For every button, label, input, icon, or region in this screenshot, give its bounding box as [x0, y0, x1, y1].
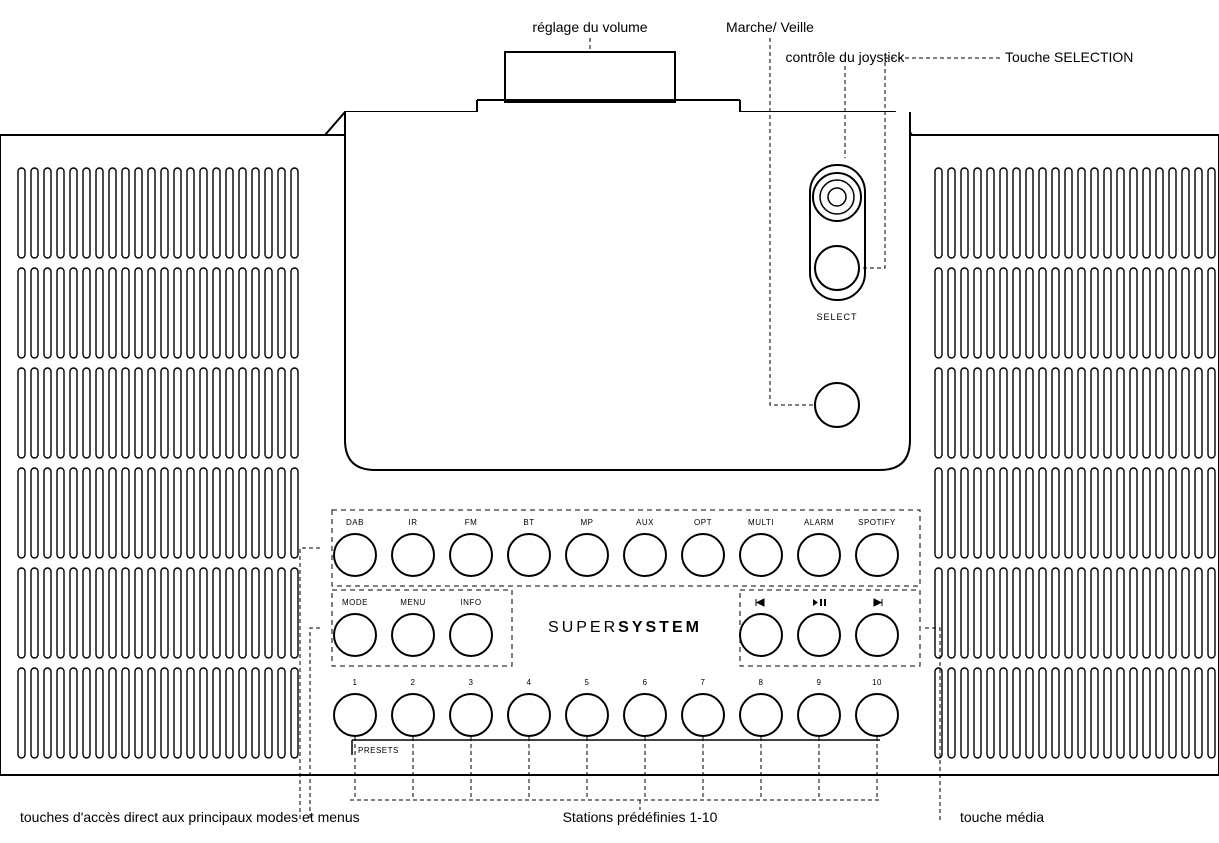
btn-opt-label: OPT — [694, 518, 712, 527]
label-volume: réglage du volume — [532, 19, 647, 35]
btn-media-next[interactable] — [856, 599, 898, 656]
btn-multi-label: MULTI — [748, 518, 774, 527]
btn-mp-label: MP — [581, 518, 594, 527]
volume-knob[interactable] — [505, 52, 675, 102]
btn-bt[interactable]: BT — [508, 518, 550, 576]
presets-label: PRESETS — [358, 746, 399, 755]
btn-preset-9-label: 9 — [817, 678, 822, 687]
btn-dab-label: DAB — [346, 518, 364, 527]
btn-preset-6-label: 6 — [643, 678, 648, 687]
btn-preset-10[interactable]: 10 — [856, 678, 898, 736]
prev-icon — [756, 599, 764, 606]
button-row-presets: 1 2 3 4 5 6 7 8 9 10 — [334, 678, 898, 736]
btn-ir-label: IR — [409, 518, 418, 527]
btn-preset-5-label: 5 — [585, 678, 590, 687]
pause-icon — [820, 599, 822, 606]
btn-preset-5[interactable]: 5 — [566, 678, 608, 736]
btn-mp[interactable]: MP — [566, 518, 608, 576]
btn-preset-2[interactable]: 2 — [392, 678, 434, 736]
play-icon — [813, 599, 818, 606]
label-power: Marche/ Veille — [726, 19, 814, 35]
btn-preset-1[interactable]: 1 — [334, 678, 376, 736]
btn-preset-2-label: 2 — [411, 678, 416, 687]
speaker-left — [18, 168, 298, 758]
btn-preset-10-label: 10 — [872, 678, 882, 687]
btn-aux-label: AUX — [636, 518, 654, 527]
btn-multi[interactable]: MULTI — [740, 518, 782, 576]
select-button[interactable] — [815, 246, 859, 290]
label-joystick: contrôle du joystick — [785, 49, 905, 65]
button-row-menu: MODE MENU INFO — [334, 598, 492, 656]
btn-info[interactable]: INFO — [450, 598, 492, 656]
btn-media-playpause[interactable] — [798, 599, 840, 656]
btn-mode[interactable]: MODE — [334, 598, 376, 656]
btn-opt[interactable]: OPT — [682, 518, 724, 576]
callout-leaders-bottom — [300, 548, 940, 820]
btn-preset-4-label: 4 — [527, 678, 532, 687]
btn-dab[interactable]: DAB — [334, 518, 376, 576]
btn-bt-label: BT — [523, 518, 534, 527]
btn-media-prev[interactable] — [740, 599, 782, 656]
btn-preset-9[interactable]: 9 — [798, 678, 840, 736]
joystick-control[interactable] — [813, 173, 861, 221]
btn-preset-3[interactable]: 3 — [450, 678, 492, 736]
btn-preset-8[interactable]: 8 — [740, 678, 782, 736]
button-row-media — [740, 599, 898, 656]
diagram-radio-front: réglage du volume Marche/ Veille contrôl… — [0, 0, 1219, 843]
btn-fm-label: FM — [465, 518, 478, 527]
btn-aux[interactable]: AUX — [624, 518, 666, 576]
select-label-text: SELECT — [816, 312, 857, 322]
label-direct-access: touches d'accès direct aux principaux mo… — [20, 809, 360, 825]
btn-menu-label: MENU — [400, 598, 426, 607]
power-standby-knob[interactable] — [815, 383, 859, 427]
btn-menu[interactable]: MENU — [392, 598, 434, 656]
label-presets: Stations prédéfinies 1-10 — [563, 809, 718, 825]
button-row-sources: DAB IR FM BT MP AUX OPT MULTI ALARM SPOTIFY — [334, 518, 898, 576]
btn-preset-6[interactable]: 6 — [624, 678, 666, 736]
btn-spotify[interactable]: SPOTIFY — [856, 518, 898, 576]
btn-preset-3-label: 3 — [469, 678, 474, 687]
brand-logo: SUPERSYSTEM — [548, 619, 702, 636]
btn-preset-1-label: 1 — [353, 678, 358, 687]
btn-alarm[interactable]: ALARM — [798, 518, 840, 576]
btn-alarm-label: ALARM — [804, 518, 834, 527]
label-select: Touche SELECTION — [1005, 49, 1133, 65]
btn-preset-7[interactable]: 7 — [682, 678, 724, 736]
btn-fm[interactable]: FM — [450, 518, 492, 576]
btn-preset-7-label: 7 — [701, 678, 706, 687]
btn-spotify-label: SPOTIFY — [858, 518, 896, 527]
btn-preset-4[interactable]: 4 — [508, 678, 550, 736]
speaker-right — [935, 168, 1215, 758]
label-media: touche média — [960, 809, 1044, 825]
btn-preset-8-label: 8 — [759, 678, 764, 687]
btn-info-label: INFO — [460, 598, 481, 607]
next-icon — [874, 599, 882, 606]
btn-ir[interactable]: IR — [392, 518, 434, 576]
btn-mode-label: MODE — [342, 598, 368, 607]
